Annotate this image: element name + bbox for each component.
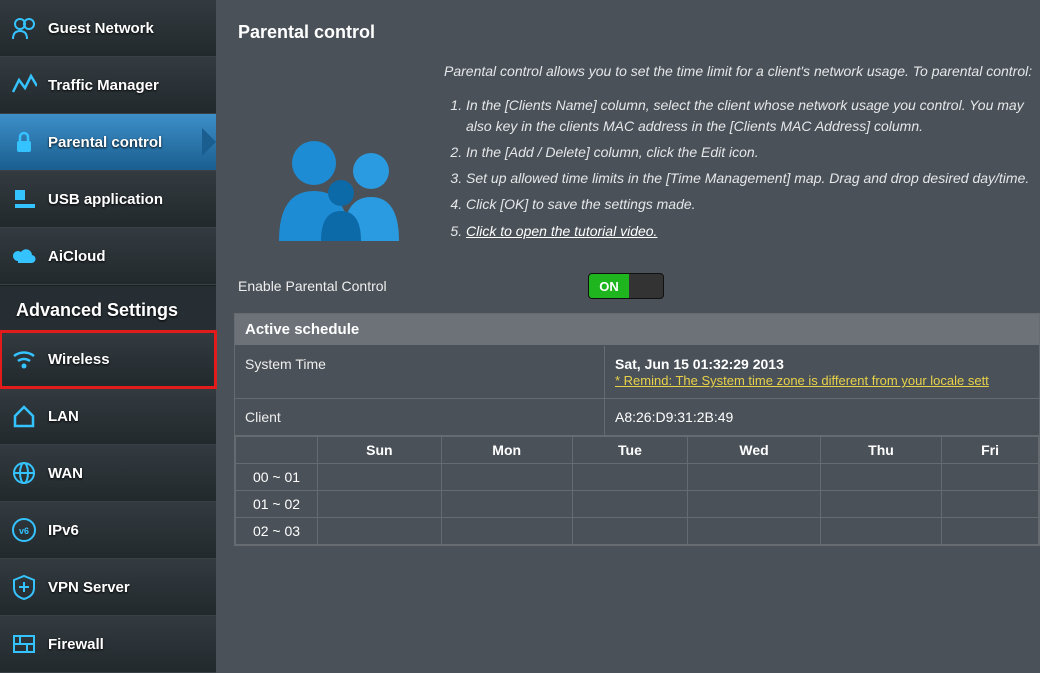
sidebar-item-label: LAN	[48, 408, 79, 425]
time-cell[interactable]	[942, 464, 1039, 491]
sidebar-item-aicloud[interactable]: AiCloud	[0, 228, 216, 285]
sidebar-item-lan[interactable]: LAN	[0, 388, 216, 445]
time-cell[interactable]	[820, 491, 941, 518]
time-cell[interactable]	[318, 491, 442, 518]
system-time-value: Sat, Jun 15 01:32:29 2013	[615, 356, 1029, 372]
sidebar-item-parental-control[interactable]: Parental control	[0, 114, 216, 171]
sidebar-item-guest-network[interactable]: Guest Network	[0, 0, 216, 57]
time-row-label: 02 ~ 03	[236, 518, 318, 545]
intro-step: In the [Add / Delete] column, click the …	[466, 142, 1040, 162]
day-header: Sun	[318, 437, 442, 464]
sidebar-item-usb-application[interactable]: USB application	[0, 171, 216, 228]
globe-icon	[10, 459, 38, 487]
time-row-label: 01 ~ 02	[236, 491, 318, 518]
sidebar-item-label: Parental control	[48, 134, 162, 151]
sidebar-item-firewall[interactable]: Firewall	[0, 616, 216, 673]
sidebar-item-vpn-server[interactable]: VPN Server	[0, 559, 216, 616]
time-cell[interactable]	[942, 491, 1039, 518]
time-grid-corner	[236, 437, 318, 464]
usb-icon	[10, 185, 38, 213]
svg-text:v6: v6	[19, 526, 29, 536]
sidebar-item-label: Traffic Manager	[48, 77, 159, 94]
time-cell[interactable]	[441, 491, 572, 518]
enable-toggle[interactable]: ON	[588, 273, 664, 299]
time-cell[interactable]	[572, 518, 688, 545]
page-title: Parental control	[234, 0, 1040, 61]
intro-lead: Parental control allows you to set the t…	[444, 61, 1040, 81]
enable-label: Enable Parental Control	[238, 278, 588, 294]
traffic-icon	[10, 71, 38, 99]
time-cell[interactable]	[572, 491, 688, 518]
time-cell[interactable]	[820, 464, 941, 491]
sidebar-item-label: WAN	[48, 465, 83, 482]
time-cell[interactable]	[318, 464, 442, 491]
time-cell[interactable]	[942, 518, 1039, 545]
home-icon	[10, 402, 38, 430]
sidebar-item-label: AiCloud	[48, 248, 106, 265]
sidebar-item-label: Guest Network	[48, 20, 154, 37]
toggle-on-label: ON	[589, 274, 629, 298]
sidebar: Guest Network Traffic Manager Parental con…	[0, 0, 216, 667]
sidebar-item-label: VPN Server	[48, 579, 130, 596]
main-content: Parental control Parental control allows…	[216, 0, 1040, 667]
cloud-icon	[10, 242, 38, 270]
day-header: Fri	[942, 437, 1039, 464]
guest-icon	[10, 14, 38, 42]
sidebar-item-ipv6[interactable]: v6 IPv6	[0, 502, 216, 559]
time-cell[interactable]	[820, 518, 941, 545]
time-grid: SunMonTueWedThuFri 00 ~ 0101 ~ 0202 ~ 03	[235, 436, 1039, 545]
active-schedule-panel: Active schedule System Time Sat, Jun 15 …	[234, 313, 1040, 546]
time-cell[interactable]	[572, 464, 688, 491]
time-cell[interactable]	[688, 518, 821, 545]
vpn-icon	[10, 573, 38, 601]
sidebar-item-label: Wireless	[48, 351, 110, 368]
sidebar-item-wan[interactable]: WAN	[0, 445, 216, 502]
intro-step: Click to open the tutorial video.	[466, 221, 1040, 241]
time-cell[interactable]	[318, 518, 442, 545]
intro-step: In the [Clients Name] column, select the…	[466, 95, 1040, 136]
intro-section: Parental control allows you to set the t…	[234, 61, 1040, 263]
time-cell[interactable]	[441, 464, 572, 491]
firewall-icon	[10, 630, 38, 658]
intro-step: Click [OK] to save the settings made.	[466, 194, 1040, 214]
time-cell[interactable]	[441, 518, 572, 545]
day-header: Wed	[688, 437, 821, 464]
enable-parental-control-row: Enable Parental Control ON	[234, 263, 1040, 313]
family-icon	[234, 61, 444, 247]
system-time-label: System Time	[235, 346, 605, 398]
advanced-settings-title: Advanced Settings	[0, 285, 216, 331]
time-row-label: 00 ~ 01	[236, 464, 318, 491]
system-time-remind-link[interactable]: * Remind: The System time zone is differ…	[615, 373, 989, 388]
day-header: Mon	[441, 437, 572, 464]
intro-step: Set up allowed time limits in the [Time …	[466, 168, 1040, 188]
time-cell[interactable]	[688, 464, 821, 491]
sidebar-item-wireless[interactable]: Wireless	[0, 331, 216, 388]
sidebar-item-traffic-manager[interactable]: Traffic Manager	[0, 57, 216, 114]
time-cell[interactable]	[688, 491, 821, 518]
sidebar-item-label: USB application	[48, 191, 163, 208]
day-header: Thu	[820, 437, 941, 464]
sidebar-item-label: Firewall	[48, 636, 104, 653]
wifi-icon	[10, 345, 38, 373]
toggle-off-area	[629, 274, 663, 298]
day-header: Tue	[572, 437, 688, 464]
tutorial-video-link[interactable]: Click to open the tutorial video.	[466, 223, 657, 239]
sidebar-item-label: IPv6	[48, 522, 79, 539]
ipv6-icon: v6	[10, 516, 38, 544]
client-value: A8:26:D9:31:2B:49	[605, 399, 1039, 435]
client-label: Client	[235, 399, 605, 435]
lock-icon	[10, 128, 38, 156]
schedule-title: Active schedule	[235, 314, 1039, 346]
